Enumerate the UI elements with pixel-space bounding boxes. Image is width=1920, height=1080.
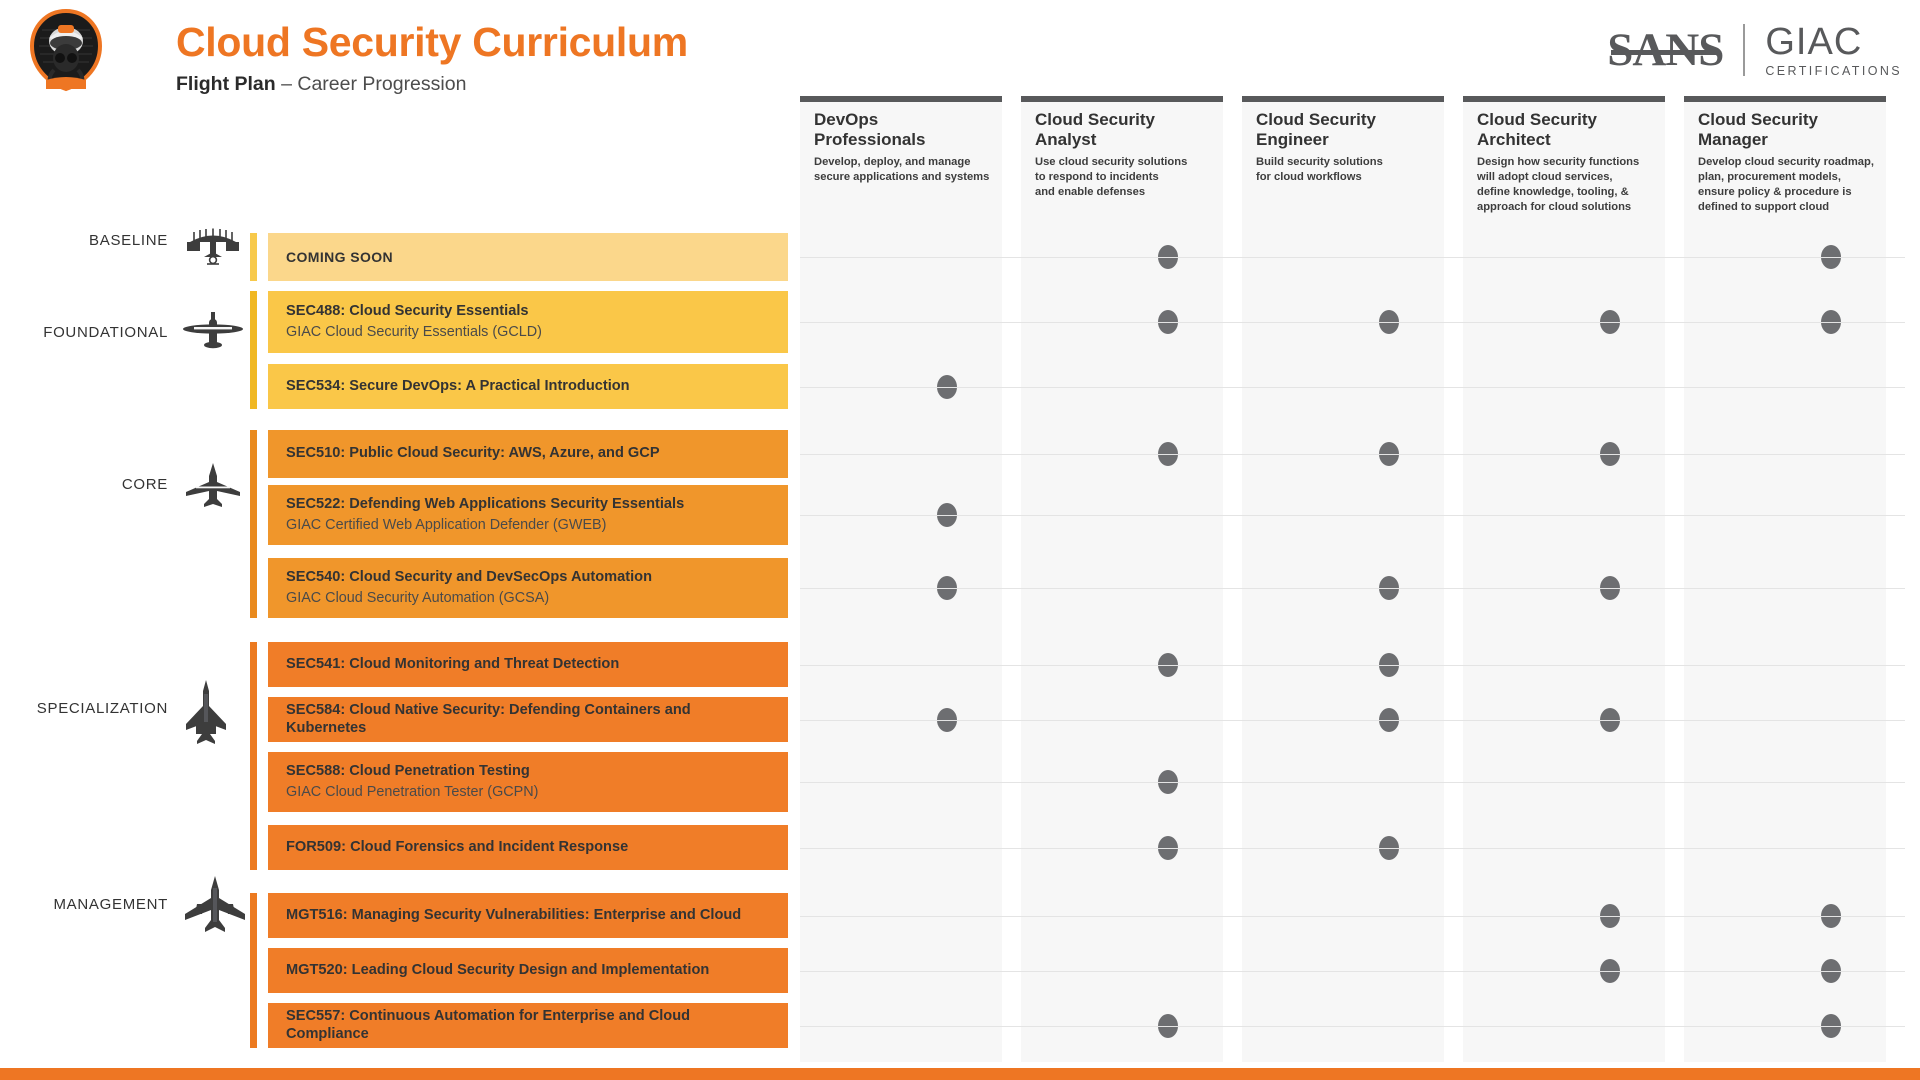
column-title: Cloud Security Engineer <box>1256 110 1376 149</box>
role-column-1[interactable]: DevOps Professionals Develop, deploy, and… <box>800 96 1002 1062</box>
page-subtitle: Flight Plan – Career Progression <box>176 73 688 95</box>
row-gridline <box>800 515 1905 516</box>
column-description: Use cloud security solutions to respond t… <box>1035 156 1188 199</box>
tier-accent-bar <box>250 233 257 281</box>
row-gridline <box>800 386 1905 388</box>
row-gridline <box>800 782 1905 783</box>
column-title: Cloud Security Analyst <box>1035 110 1155 149</box>
course-title: SEC522: Defending Web Applications Secur… <box>286 496 685 513</box>
row-gridline <box>800 257 1905 258</box>
row-gridline <box>800 719 1905 721</box>
fighter-jet-icon <box>182 680 230 749</box>
sans-giac-logo: SANS GIAC CERTIFICATIONS <box>1607 22 1902 78</box>
page-title: Cloud Security Curriculum <box>176 19 688 65</box>
course-title: SEC557: Continuous Automation for Enterp… <box>286 1008 691 1042</box>
row-gridline <box>800 664 1905 666</box>
tier-accent-bar <box>250 430 257 618</box>
title-block: Cloud Security Curriculum Flight Plan – … <box>176 22 688 95</box>
row-gridline <box>800 970 1905 972</box>
column-top-rule <box>1684 96 1886 102</box>
column-header: Cloud Security Manager Develop cloud secur… <box>1684 110 1874 216</box>
tier-label-baseline: BASELINE <box>89 232 168 249</box>
course-title: SEC540: Cloud Security and DevSecOps Aut… <box>286 569 653 586</box>
course-bar[interactable]: SEC557: Continuous Automation for Enterp… <box>268 1003 788 1048</box>
giac-wordmark: GIAC CERTIFICATIONS <box>1765 23 1902 78</box>
tier-label-foundational: FOUNDATIONAL <box>43 324 168 341</box>
course-certification: GIAC Cloud Security Automation (GCSA) <box>286 589 550 606</box>
tier-accent-bar <box>250 642 257 870</box>
course-title: SEC588: Cloud Penetration Testing <box>286 763 530 780</box>
column-header: DevOps Professionals Develop, deploy, and… <box>800 110 990 185</box>
role-column-5[interactable]: Cloud Security Manager Develop cloud secur… <box>1684 96 1886 1062</box>
course-bar[interactable]: MGT520: Leading Cloud Security Design an… <box>268 948 788 993</box>
row-gridline <box>800 915 1905 917</box>
row-gridline <box>800 847 1905 849</box>
course-bar[interactable]: FOR509: Cloud Forensics and Incident Res… <box>268 825 788 870</box>
row-gridline <box>800 588 1905 589</box>
course-bar[interactable]: SEC588: Cloud Penetration Testing GIAC Cl… <box>268 752 788 812</box>
course-title: SEC584: Cloud Native Security: Defending… <box>286 702 691 736</box>
column-description: Develop, deploy, and manage secure applic… <box>814 156 990 184</box>
row-gridline <box>800 454 1905 455</box>
sans-wordmark: SANS <box>1607 26 1724 74</box>
row-gridline <box>800 1025 1905 1027</box>
course-bar[interactable]: SEC541: Cloud Monitoring and Threat Dete… <box>268 642 788 687</box>
column-description: Design how security functions will adopt … <box>1477 156 1640 214</box>
column-header: Cloud Security Analyst Use cloud security … <box>1021 110 1211 200</box>
course-title: MGT520: Leading Cloud Security Design an… <box>286 961 710 978</box>
course-title: SEC510: Public Cloud Security: AWS, Azur… <box>286 445 660 462</box>
biplane-icon <box>182 228 244 273</box>
course-title: COMING SOON <box>286 248 394 265</box>
course-certification: GIAC Certified Web Application Defender … <box>286 516 607 533</box>
course-bar[interactable]: COMING SOON <box>268 233 788 281</box>
giac-subtext: CERTIFICATIONS <box>1765 63 1902 78</box>
sans-strike <box>1610 50 1720 55</box>
tier-label-core: CORE <box>121 476 168 493</box>
course-bar[interactable]: SEC522: Defending Web Applications Secur… <box>268 485 788 545</box>
column-top-rule <box>1021 96 1223 102</box>
footer-accent-bar <box>0 1068 1920 1080</box>
course-title: SEC541: Cloud Monitoring and Threat Dete… <box>286 655 620 672</box>
column-title: Cloud Security Manager <box>1698 110 1818 149</box>
course-bar[interactable]: MGT516: Managing Security Vulnerabilitie… <box>268 893 788 938</box>
subtitle-bold: Flight Plan <box>176 73 276 95</box>
course-title: SEC534: Secure DevOps: A Practical Intro… <box>286 377 630 394</box>
course-certification: GIAC Cloud Penetration Tester (GCPN) <box>286 783 539 800</box>
role-column-4[interactable]: Cloud Security Architect Design how securi… <box>1463 96 1665 1062</box>
column-header: Cloud Security Architect Design how securi… <box>1463 110 1653 216</box>
pilot-helmet-badge-icon <box>24 8 108 92</box>
course-bar[interactable]: SEC584: Cloud Native Security: Defending… <box>268 697 788 742</box>
row-gridline <box>800 322 1905 323</box>
course-title: SEC488: Cloud Security Essentials <box>286 303 529 320</box>
jetliner-icon <box>182 462 244 513</box>
tier-accent-bar <box>250 291 257 409</box>
propeller-plane-icon <box>182 310 244 355</box>
tier-accent-bar <box>250 893 257 1048</box>
column-header: Cloud Security Engineer Build security sol… <box>1242 110 1432 185</box>
tier-label-specialization: SPECIALIZATION <box>36 700 168 717</box>
column-description: Develop cloud security roadmap, plan, pro… <box>1698 156 1874 214</box>
course-title: MGT516: Managing Security Vulnerabilitie… <box>286 906 742 923</box>
tier-label-management: MANAGEMENT <box>53 896 168 913</box>
column-title: Cloud Security Architect <box>1477 110 1597 149</box>
column-top-rule <box>1242 96 1444 102</box>
course-bar[interactable]: SEC488: Cloud Security Essentials GIAC Cl… <box>268 291 788 353</box>
course-bar[interactable]: SEC510: Public Cloud Security: AWS, Azur… <box>268 430 788 478</box>
course-bar[interactable]: SEC534: Secure DevOps: A Practical Intro… <box>268 364 788 409</box>
giac-text: GIAC <box>1765 20 1863 63</box>
role-column-2[interactable]: Cloud Security Analyst Use cloud security … <box>1021 96 1223 1062</box>
airliner-icon <box>182 876 248 937</box>
column-top-rule <box>800 96 1002 102</box>
column-top-rule <box>1463 96 1665 102</box>
role-column-3[interactable]: Cloud Security Engineer Build security sol… <box>1242 96 1444 1062</box>
subtitle-rest: – Career Progression <box>281 73 467 95</box>
logo-divider <box>1743 24 1746 76</box>
column-title: DevOps Professionals <box>814 110 926 149</box>
course-title: FOR509: Cloud Forensics and Incident Res… <box>286 838 629 855</box>
column-description: Build security solutions for cloud workfl… <box>1256 156 1383 184</box>
page-header: Cloud Security Curriculum Flight Plan – … <box>0 0 1920 96</box>
course-certification: GIAC Cloud Security Essentials (GCLD) <box>286 323 542 340</box>
course-bar[interactable]: SEC540: Cloud Security and DevSecOps Aut… <box>268 558 788 618</box>
